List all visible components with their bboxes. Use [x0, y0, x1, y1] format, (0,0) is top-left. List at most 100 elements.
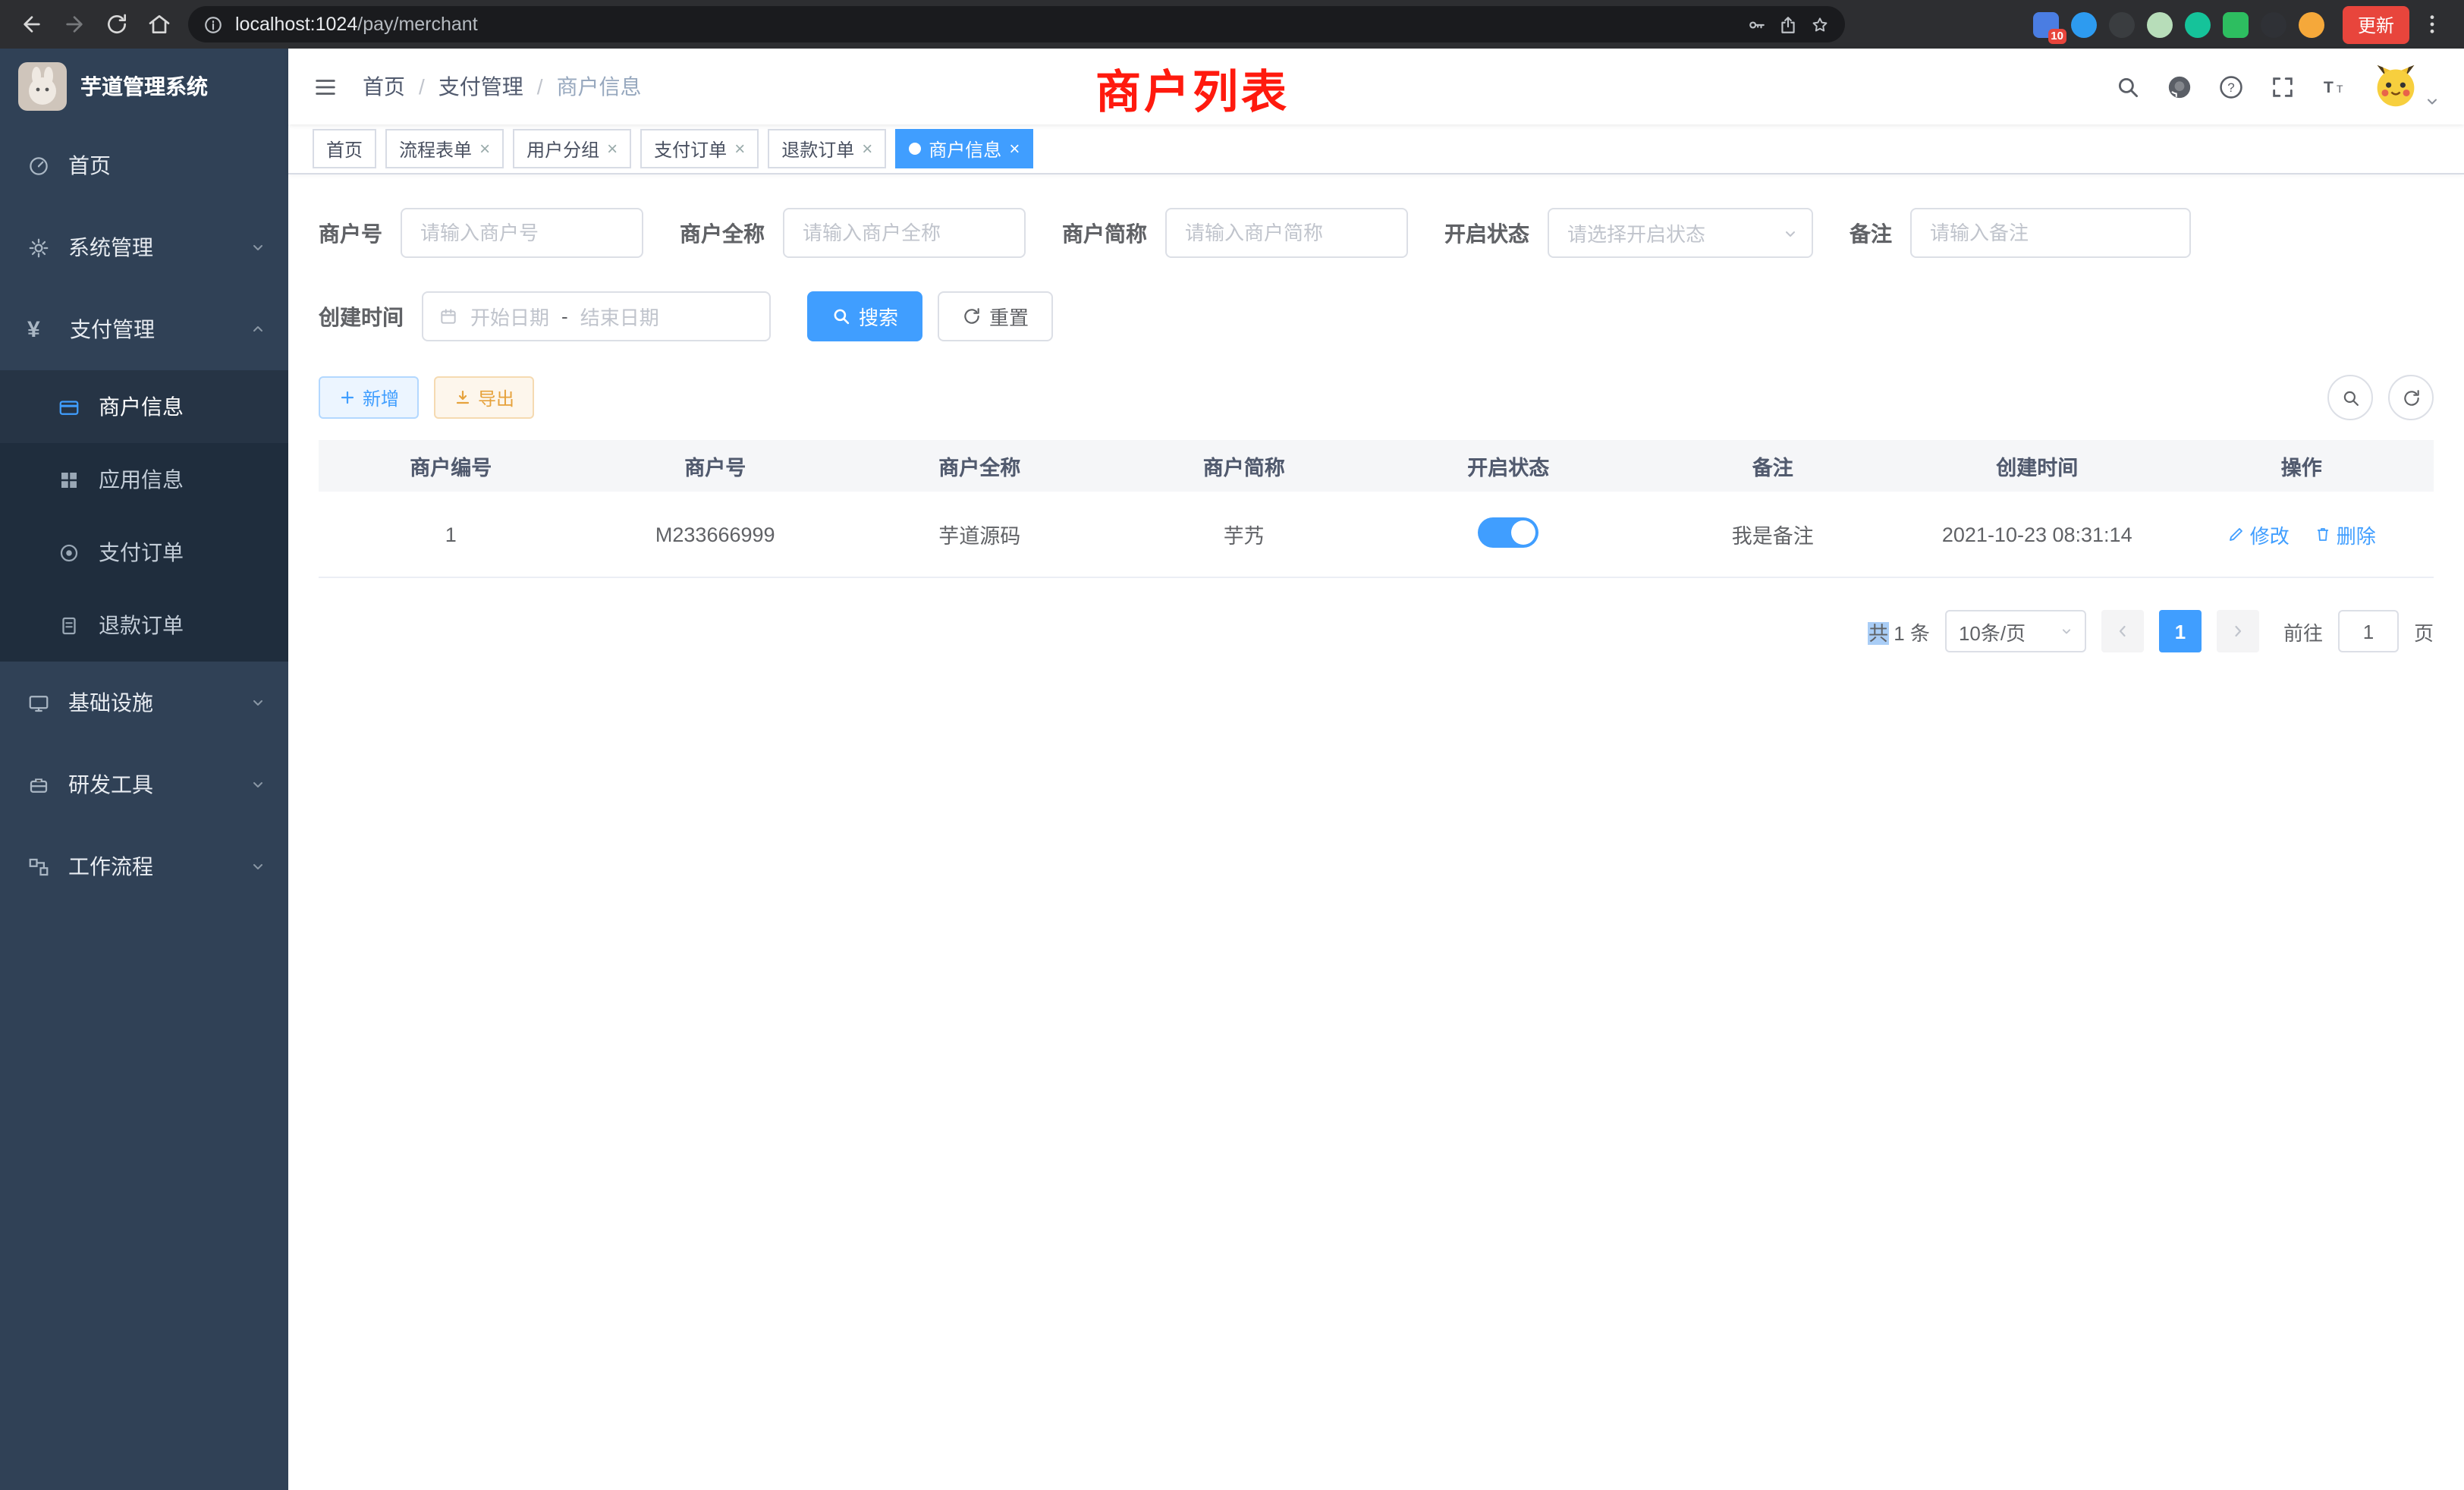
site-info-icon[interactable] — [203, 14, 223, 34]
search-button[interactable]: 搜索 — [807, 291, 922, 341]
main-area: 首页 / 支付管理 / 商户信息 ? — [288, 49, 2464, 1490]
profile-avatar-icon[interactable] — [2299, 11, 2324, 37]
sidebar-item-pay-order[interactable]: 支付订单 — [0, 516, 288, 589]
extension-icon-4[interactable] — [2147, 11, 2173, 37]
column-header: 备注 — [1641, 451, 1906, 481]
refresh-icon — [962, 306, 982, 326]
address-bar[interactable]: localhost:1024/pay/merchant — [188, 6, 1845, 42]
extension-icon-2[interactable] — [2071, 11, 2097, 37]
chevron-down-icon — [1781, 224, 1799, 242]
column-header: 商户编号 — [319, 451, 583, 481]
browser-back-icon[interactable] — [12, 5, 52, 44]
close-icon[interactable]: × — [479, 140, 490, 158]
filter-merchant-no: 商户号 — [319, 208, 643, 258]
fullscreen-icon[interactable] — [2270, 74, 2296, 99]
close-icon[interactable]: × — [1009, 140, 1020, 158]
share-icon[interactable] — [1778, 14, 1798, 34]
browser-reload-icon[interactable] — [97, 5, 137, 44]
hide-search-button[interactable] — [2327, 375, 2373, 420]
tab-label: 商户信息 — [929, 136, 1001, 162]
font-size-icon[interactable]: TT — [2321, 74, 2347, 99]
field-label: 商户简称 — [1062, 218, 1147, 248]
user-avatar[interactable] — [2373, 64, 2440, 109]
add-button[interactable]: 新增 — [319, 376, 419, 419]
filter-row-1: 商户号 商户全称 商户简称 开启状态 请选择开启状态 — [319, 208, 2434, 258]
help-icon[interactable]: ? — [2218, 74, 2244, 99]
svg-text:?: ? — [2227, 80, 2234, 94]
cell-remark: 我是备注 — [1641, 519, 1906, 549]
sidebar-item-label: 支付订单 — [99, 537, 184, 567]
status-select[interactable]: 请选择开启状态 — [1548, 208, 1813, 258]
annotation-merchant-list: 商户列表 — [1095, 55, 1290, 121]
tab-label: 用户分组 — [526, 136, 599, 162]
export-button[interactable]: 导出 — [434, 376, 534, 419]
tab-refund-order[interactable]: 退款订单 × — [768, 129, 886, 168]
refresh-table-button[interactable] — [2388, 375, 2434, 420]
close-icon[interactable]: × — [734, 140, 745, 158]
close-icon[interactable]: × — [862, 140, 872, 158]
merchant-no-input[interactable] — [401, 208, 643, 258]
date-start-placeholder[interactable]: 开始日期 — [470, 302, 549, 331]
sidebar-item-merchant-info[interactable]: 商户信息 — [0, 370, 288, 443]
hamburger-icon[interactable] — [313, 74, 338, 99]
extension-icon-1[interactable]: 10 — [2033, 11, 2059, 37]
tab-home[interactable]: 首页 — [313, 129, 376, 168]
sidebar-item-workflow[interactable]: 工作流程 — [0, 825, 288, 907]
tab-pay-order[interactable]: 支付订单 × — [640, 129, 759, 168]
cell-short-name: 芋艿 — [1112, 519, 1377, 549]
tab-user-group[interactable]: 用户分组 × — [513, 129, 631, 168]
browser-home-icon[interactable] — [140, 5, 179, 44]
extension-icon-6[interactable] — [2223, 11, 2249, 37]
page-number-1[interactable]: 1 — [2159, 610, 2202, 652]
extension-icon-5[interactable] — [2185, 11, 2211, 37]
breadcrumb-payment[interactable]: 支付管理 — [438, 71, 523, 102]
page-size-select[interactable]: 10条/页 — [1945, 610, 2086, 652]
github-icon[interactable] — [2167, 74, 2192, 99]
cell-id: 1 — [319, 523, 583, 545]
extension-icon-3[interactable] — [2109, 11, 2135, 37]
sidebar-item-infrastructure[interactable]: 基础设施 — [0, 662, 288, 743]
remark-input[interactable] — [1910, 208, 2191, 258]
next-page-button[interactable] — [2217, 610, 2259, 652]
reset-button[interactable]: 重置 — [938, 291, 1053, 341]
bookmark-star-icon[interactable] — [1810, 14, 1830, 34]
sidebar-item-dev-tools[interactable]: 研发工具 — [0, 743, 288, 825]
edit-link[interactable]: 修改 — [2227, 520, 2290, 549]
tab-label: 流程表单 — [399, 136, 472, 162]
status-toggle[interactable] — [1478, 517, 1538, 547]
sidebar-item-refund-order[interactable]: 退款订单 — [0, 589, 288, 662]
short-name-input[interactable] — [1165, 208, 1408, 258]
app-logo[interactable]: 芋道管理系统 — [0, 49, 288, 124]
column-header: 商户简称 — [1112, 451, 1377, 481]
page-content: 商户号 商户全称 商户简称 开启状态 请选择开启状态 — [288, 174, 2464, 1490]
extension-icon-7[interactable] — [2261, 11, 2286, 37]
app-frame: 芋道管理系统 首页 系统管理 — [0, 49, 2464, 1490]
svg-text:T: T — [2337, 83, 2343, 95]
url-path: /pay/merchant — [357, 14, 477, 35]
breadcrumb: 首页 / 支付管理 / 商户信息 — [363, 71, 642, 102]
download-icon — [454, 388, 472, 407]
password-key-icon[interactable] — [1746, 14, 1766, 34]
close-icon[interactable]: × — [607, 140, 618, 158]
sidebar-item-app-info[interactable]: 应用信息 — [0, 443, 288, 516]
goto-page-input[interactable] — [2338, 610, 2399, 652]
tab-process-form[interactable]: 流程表单 × — [385, 129, 504, 168]
table-toolbar: 新增 导出 — [319, 375, 2434, 420]
delete-link[interactable]: 删除 — [2314, 520, 2376, 549]
sidebar-item-home[interactable]: 首页 — [0, 124, 288, 206]
browser-forward-icon[interactable] — [55, 5, 94, 44]
sidebar-item-system[interactable]: 系统管理 — [0, 206, 288, 288]
browser-update-button[interactable]: 更新 — [2343, 5, 2409, 43]
tab-merchant-info[interactable]: 商户信息 × — [895, 129, 1033, 168]
search-icon[interactable] — [2115, 74, 2141, 99]
prev-page-button[interactable] — [2101, 610, 2144, 652]
breadcrumb-home[interactable]: 首页 — [363, 71, 405, 102]
sidebar-menu: 首页 系统管理 ¥ 支付管理 — [0, 124, 288, 907]
sidebar-item-payment[interactable]: ¥ 支付管理 — [0, 288, 288, 370]
chevron-down-icon — [249, 693, 267, 712]
full-name-input[interactable] — [783, 208, 1026, 258]
browser-menu-icon[interactable] — [2412, 5, 2452, 44]
grid-icon — [58, 468, 80, 491]
date-end-placeholder[interactable]: 结束日期 — [580, 302, 659, 331]
date-range-picker[interactable]: 开始日期 - 结束日期 — [422, 291, 771, 341]
